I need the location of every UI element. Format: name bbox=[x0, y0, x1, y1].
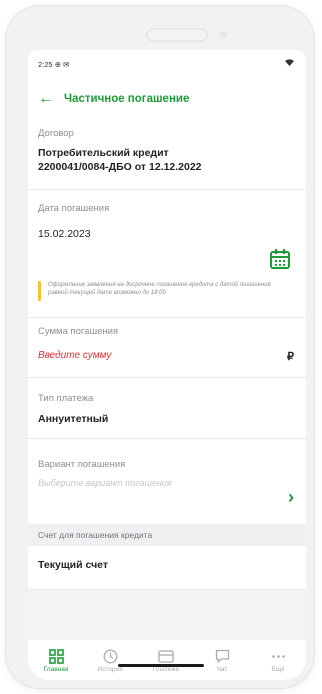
payment-type-value: Аннуитетный bbox=[38, 413, 109, 425]
status-bar: 2:25 ⊕ ✉ bbox=[38, 60, 69, 69]
divider bbox=[28, 438, 306, 439]
amount-input[interactable]: Введите сумму bbox=[38, 350, 111, 361]
amount-label: Сумма погашения bbox=[38, 326, 119, 337]
tab-home[interactable]: Главная bbox=[30, 648, 82, 673]
empty-area bbox=[28, 590, 306, 640]
contract-line1: Потребительский кредит bbox=[38, 147, 169, 159]
home-indicator[interactable] bbox=[118, 664, 204, 667]
tab-chat[interactable]: Чат bbox=[196, 648, 248, 673]
more-icon bbox=[252, 648, 304, 664]
divider bbox=[28, 189, 306, 190]
status-icons: ⊕ ✉ bbox=[54, 60, 70, 69]
payment-date-value[interactable]: 15.02.2023 bbox=[38, 228, 91, 240]
calendar-icon[interactable] bbox=[269, 248, 291, 275]
tab-label: История bbox=[97, 666, 123, 673]
header: ← Частичное погашение bbox=[38, 91, 189, 107]
payment-date-label: Дата погашения bbox=[38, 203, 110, 214]
tab-more[interactable]: Ещё bbox=[252, 648, 304, 673]
tab-label: Главная bbox=[43, 666, 69, 673]
camera bbox=[219, 31, 227, 39]
status-time: 2:25 bbox=[38, 60, 53, 69]
note-accent-bar bbox=[38, 281, 41, 301]
account-value[interactable]: Текущий счет bbox=[38, 559, 108, 571]
divider bbox=[28, 317, 306, 318]
repay-option-label: Вариант погашения bbox=[38, 459, 126, 470]
tab-payments[interactable]: Платежи bbox=[140, 648, 192, 673]
tab-bar: Главная История Платежи Чат Ещё bbox=[28, 640, 306, 680]
grid-icon bbox=[30, 648, 82, 664]
divider bbox=[28, 377, 306, 378]
speaker bbox=[146, 28, 208, 42]
payment-date-note: Оформление заявления на досрочное погаше… bbox=[38, 281, 288, 301]
note-text: Оформление заявления на досрочное погаше… bbox=[48, 282, 271, 296]
account-section-title: Счет для погашения кредита bbox=[38, 530, 153, 540]
screen: 2:25 ⊕ ✉ ← Частичное погашение Договор П… bbox=[28, 50, 306, 680]
phone-frame: 2:25 ⊕ ✉ ← Частичное погашение Договор П… bbox=[6, 6, 314, 688]
wifi-icon bbox=[285, 59, 294, 68]
chevron-right-icon[interactable]: › bbox=[288, 487, 294, 508]
ruble-icon: ₽ bbox=[287, 351, 294, 363]
contract-label: Договор bbox=[38, 128, 74, 139]
clock-icon bbox=[84, 648, 136, 664]
card-icon bbox=[140, 648, 192, 664]
tab-label: Чат bbox=[216, 666, 228, 673]
payment-type-label: Тип платежа bbox=[38, 393, 94, 404]
page-title: Частичное погашение bbox=[64, 93, 190, 105]
tab-history[interactable]: История bbox=[84, 648, 136, 673]
account-section-header: Счет для погашения кредита bbox=[28, 524, 306, 546]
contract-line2: 2200041/0084-ДБО от 12.12.2022 bbox=[38, 161, 202, 173]
chat-icon bbox=[196, 648, 248, 664]
tab-label: Платежи bbox=[152, 666, 180, 673]
repay-option-select[interactable]: Выберите вариант погашения bbox=[38, 478, 172, 488]
arrow-left-icon[interactable]: ← bbox=[38, 91, 54, 107]
tab-label: Ещё bbox=[271, 666, 285, 673]
